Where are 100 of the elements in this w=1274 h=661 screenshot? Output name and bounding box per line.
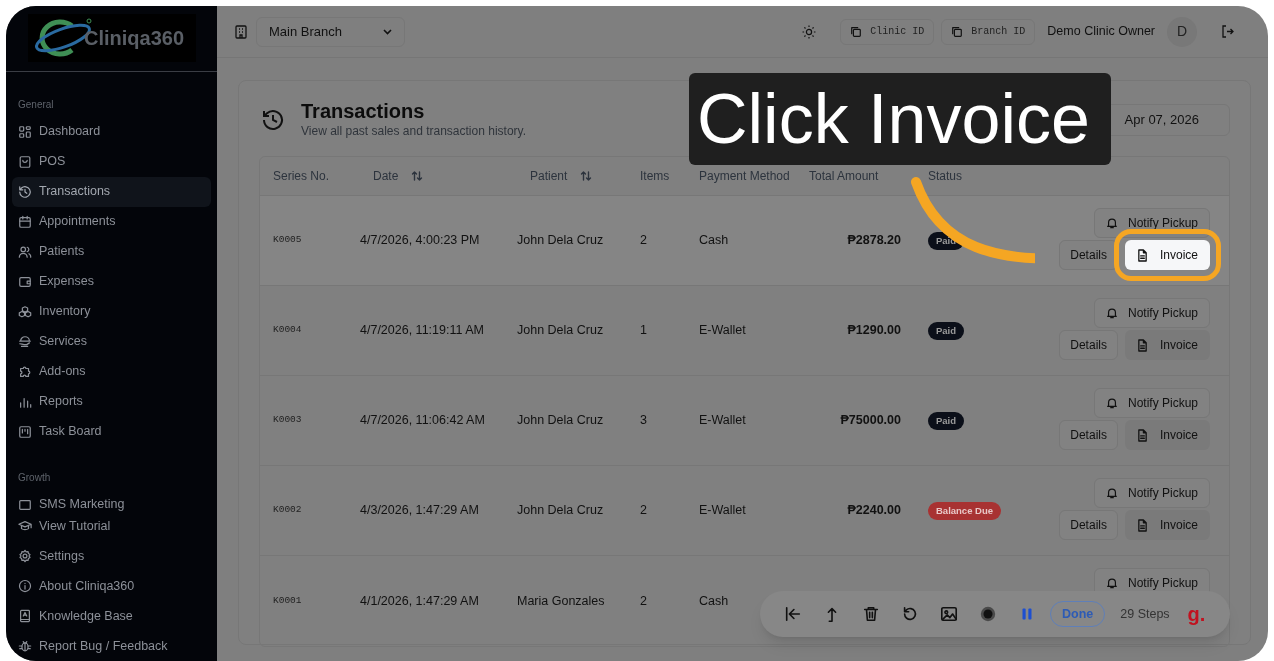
section-label: General <box>17 98 55 113</box>
details-button[interactable]: Details <box>1059 420 1118 450</box>
settings-icon <box>18 549 32 563</box>
sidebar-item[interactable]: View Tutorial <box>12 511 211 541</box>
sun-icon[interactable] <box>802 24 817 39</box>
notify-pickup-button[interactable]: Notify Pickup <box>1093 388 1210 418</box>
copy-icon <box>951 25 964 38</box>
trash-icon[interactable] <box>862 605 880 623</box>
copy-icon <box>850 25 863 38</box>
branch-select[interactable]: Main Branch <box>256 16 405 47</box>
series-cell-text: K0001 <box>273 593 303 608</box>
steps-count: 29 Steps <box>1120 605 1170 623</box>
series-cell-text: K0005 <box>273 233 303 248</box>
notify-pickup-button[interactable]: Notify Pickup <box>1093 298 1210 328</box>
sidebar-item[interactable]: POS <box>12 146 211 177</box>
chevron-down-icon <box>383 28 392 35</box>
copy-branch-id-button[interactable]: Branch ID <box>941 18 1036 45</box>
document-icon <box>1136 428 1148 442</box>
sidebar-item[interactable]: Report Bug / Feedback <box>12 631 211 661</box>
patient-cell-text: John Dela Cruz <box>517 412 605 430</box>
logout-icon[interactable] <box>1221 25 1234 38</box>
page-subtitle: View all past sales and transaction history. <box>301 123 526 140</box>
bell-icon <box>1105 307 1118 319</box>
status-badge: Paid <box>928 321 965 341</box>
sort-icon[interactable] <box>580 170 593 182</box>
history-icon <box>18 184 32 199</box>
sidebar-item[interactable]: Inventory <box>12 296 211 327</box>
bell-icon <box>1105 577 1118 589</box>
blur-icon[interactable] <box>979 605 997 623</box>
sidebar-item[interactable]: Reports <box>12 386 211 417</box>
column-header: Items <box>640 168 670 185</box>
status-badge: Paid <box>928 411 965 431</box>
sidebar-item[interactable]: Expenses <box>12 266 211 297</box>
total-cell: ₱2878.20 <box>847 233 901 248</box>
notify-pickup-button[interactable]: Notify Pickup <box>1093 208 1210 238</box>
date-cell-text: 4/7/2026, 11:19:11 AM <box>360 322 485 340</box>
column-header[interactable]: Patient <box>530 167 568 185</box>
sidebar-item[interactable]: Dashboard <box>12 116 211 147</box>
notify-pickup-button[interactable]: Notify Pickup <box>1093 478 1210 508</box>
sort-icon[interactable] <box>411 170 424 182</box>
page-title: Transactions <box>301 100 426 122</box>
date-cell-text: 4/7/2026, 11:06:42 AM <box>360 412 486 430</box>
total-cell: ₱75000.00 <box>840 413 901 428</box>
copy-clinic-id-button[interactable]: Clinic ID <box>840 18 935 45</box>
graduation-cap-icon <box>18 519 32 533</box>
image-icon[interactable] <box>940 605 958 623</box>
document-icon <box>1136 248 1148 262</box>
items-cell-text: 1 <box>640 322 648 340</box>
payment-cell-text: E-Wallet <box>699 502 747 520</box>
column-header[interactable]: Date <box>373 167 399 185</box>
status-badge: Balance Due <box>928 501 1002 521</box>
sidebar-item[interactable]: Add-ons <box>12 356 211 387</box>
items-cell-text: 2 <box>640 502 648 520</box>
column-header: Status <box>928 168 963 185</box>
sidebar-item[interactable]: About Cliniqa360 <box>12 571 211 601</box>
series-cell-text: K0002 <box>273 503 303 518</box>
board-icon <box>18 424 32 439</box>
sidebar-item[interactable]: Task Board <box>12 416 211 447</box>
items-cell-text: 2 <box>640 592 648 610</box>
undo-icon[interactable] <box>901 605 919 623</box>
invoice-button[interactable]: Invoice <box>1124 420 1210 450</box>
payment-cell-text: Cash <box>699 592 730 610</box>
sidebar-item[interactable]: SMS Marketing <box>12 489 211 511</box>
invoice-button[interactable]: Invoice <box>1124 510 1210 540</box>
patient-cell-text: John Dela Cruz <box>517 502 605 520</box>
sidebar-item[interactable]: Transactions <box>12 176 211 207</box>
details-button[interactable]: Details <box>1059 510 1118 540</box>
sidebar-item[interactable]: Patients <box>12 236 211 267</box>
building-icon <box>235 24 247 39</box>
document-icon <box>1136 518 1148 532</box>
sidebar-item[interactable]: Services <box>12 326 211 357</box>
section-label: Growth <box>17 471 52 486</box>
sidebar-item[interactable]: Knowledge Base <box>12 601 211 631</box>
column-header: Total Amount <box>809 168 879 185</box>
history-icon <box>261 108 285 132</box>
payment-cell-text: E-Wallet <box>699 322 747 340</box>
invoice-button[interactable]: Invoice <box>1124 330 1210 360</box>
calendar-icon <box>18 214 32 229</box>
user-avatar[interactable]: D <box>1167 16 1197 47</box>
items-cell-text: 3 <box>640 412 648 430</box>
total-cell: ₱1290.00 <box>847 323 901 338</box>
info-icon <box>18 579 32 593</box>
click-instruction-tooltip: Click Invoice <box>689 73 1111 165</box>
total-cell: ₱2240.00 <box>847 503 901 518</box>
items-cell-text: 2 <box>640 232 648 250</box>
column-header: Series No. <box>273 168 330 185</box>
bag-icon <box>18 154 32 169</box>
bell-icon <box>1105 397 1118 409</box>
user-name: Demo Clinic Owner <box>1047 23 1155 41</box>
sidebar-item[interactable]: Settings <box>12 541 211 571</box>
recorder-logo: g. <box>1187 602 1206 627</box>
date-cell-text: 4/3/2026, 1:47:29 AM <box>360 502 480 520</box>
date-cell-text: 4/1/2026, 1:47:29 AM <box>360 592 480 610</box>
details-button[interactable]: Details <box>1059 330 1118 360</box>
skip-to-start-icon[interactable] <box>784 605 802 623</box>
bug-icon <box>18 639 32 653</box>
patient-cell-text: John Dela Cruz <box>517 322 605 340</box>
logo-text: Cliniqa360 <box>84 26 185 52</box>
bell-icon <box>1105 217 1118 229</box>
sidebar-item[interactable]: Appointments <box>12 206 211 237</box>
